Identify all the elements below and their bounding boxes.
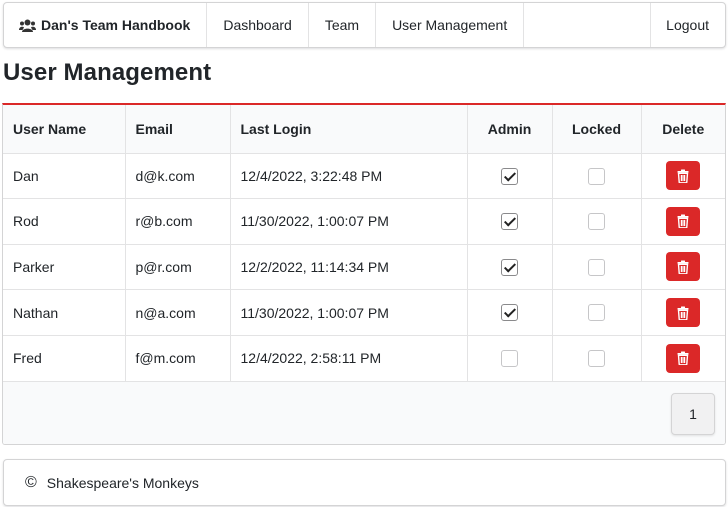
delete-button[interactable] <box>666 252 701 282</box>
cell-email: n@a.com <box>124 289 230 336</box>
header-email[interactable]: Email <box>124 105 230 154</box>
nav-item-dashboard[interactable]: Dashboard <box>207 3 309 47</box>
cell-username: Dan <box>13 167 39 184</box>
cell-last-login: 12/4/2022, 2:58:11 PM <box>229 334 467 381</box>
cell-username: Nathan <box>3 289 125 336</box>
trash-icon <box>677 306 689 320</box>
cell-locked <box>551 334 641 381</box>
copyright-icon: © <box>25 473 37 491</box>
cell-email: d@k.com <box>124 153 230 199</box>
cell-email: p@r.com <box>124 243 230 290</box>
cell-admin <box>466 153 552 199</box>
header-delete: Delete <box>640 105 725 154</box>
logout-button[interactable]: Logout <box>650 3 725 47</box>
table-row: Parker p@r.com 12/2/2022, 11:14:34 PM <box>3 243 725 290</box>
cell-email: f@m.com <box>124 334 230 381</box>
admin-checkbox[interactable] <box>501 350 518 368</box>
brand-label: Dan's Team Handbook <box>41 17 191 33</box>
cell-admin <box>466 334 552 381</box>
locked-checkbox[interactable] <box>588 258 605 276</box>
trash-icon <box>677 169 689 183</box>
top-navbar: Dan's Team Handbook Dashboard Team User … <box>3 2 726 48</box>
trash-icon <box>677 214 689 229</box>
table-footer: 1 <box>3 380 725 444</box>
pagination-page-button[interactable]: 1 <box>671 392 715 435</box>
table-row: Nathan n@a.com 11/30/2022, 1:00:07 PM <box>3 289 725 336</box>
page-title: User Management <box>3 59 212 86</box>
locked-checkbox[interactable] <box>588 213 605 231</box>
delete-button[interactable] <box>666 298 701 328</box>
admin-checkbox[interactable] <box>501 213 518 231</box>
cell-admin <box>466 289 552 336</box>
trash-icon <box>677 260 689 274</box>
cell-email: r@b.com <box>124 198 230 245</box>
table-row: Rod r@b.com 11/30/2022, 1:00:07 PM <box>3 198 725 245</box>
cell-locked <box>551 243 641 290</box>
table-row: Dan d@k.com 12/4/2022, 3:22:48 PM <box>3 153 725 199</box>
cell-locked <box>551 153 641 199</box>
cell-last-login: 12/4/2022, 3:22:48 PM <box>229 153 467 199</box>
delete-button[interactable] <box>666 206 701 236</box>
cell-last-login: 11/30/2022, 1:00:07 PM <box>229 289 467 336</box>
nav-item-user-management[interactable]: User Management <box>376 3 525 47</box>
user-table: User Name Email Last Login Admin Locked … <box>3 105 725 381</box>
cell-admin <box>466 243 552 290</box>
cell-delete <box>640 243 725 290</box>
header-last-login[interactable]: Last Login <box>229 105 467 154</box>
cell-delete <box>640 334 725 381</box>
cell-admin <box>466 198 552 245</box>
admin-checkbox[interactable] <box>501 167 518 185</box>
cell-username: Rod <box>3 198 125 245</box>
header-locked[interactable]: Locked <box>551 105 641 154</box>
locked-checkbox[interactable] <box>588 304 605 322</box>
cell-username: Parker <box>3 243 125 290</box>
cell-delete <box>640 153 725 199</box>
table-header-row: User Name Email Last Login Admin Locked … <box>3 105 725 154</box>
locked-checkbox[interactable] <box>588 167 605 185</box>
cell-last-login: 11/30/2022, 1:00:07 PM <box>229 198 467 245</box>
trash-icon <box>677 351 689 366</box>
delete-button[interactable] <box>666 161 701 191</box>
delete-button[interactable] <box>666 343 701 373</box>
admin-checkbox[interactable] <box>501 258 518 276</box>
cell-last-login: 12/2/2022, 11:14:34 PM <box>229 243 467 290</box>
table-row: Fred f@m.com 12/4/2022, 2:58:11 PM <box>3 334 725 381</box>
footer-text: Shakespeare's Monkeys <box>46 474 199 491</box>
header-admin[interactable]: Admin <box>466 105 552 154</box>
page-footer: © Shakespeare's Monkeys <box>3 459 726 506</box>
brand-link[interactable]: Dan's Team Handbook <box>4 3 208 47</box>
nav-item-team[interactable]: Team <box>309 3 377 47</box>
cell-delete <box>640 289 725 336</box>
cell-locked <box>551 289 641 336</box>
header-username[interactable]: User Name <box>3 105 125 154</box>
admin-checkbox[interactable] <box>501 304 518 322</box>
user-table-container: User Name Email Last Login Admin Locked … <box>2 103 726 445</box>
users-icon <box>19 19 36 32</box>
cell-delete <box>640 198 725 245</box>
cell-username: Fred <box>3 334 125 381</box>
locked-checkbox[interactable] <box>588 350 605 368</box>
cell-locked <box>551 198 641 245</box>
